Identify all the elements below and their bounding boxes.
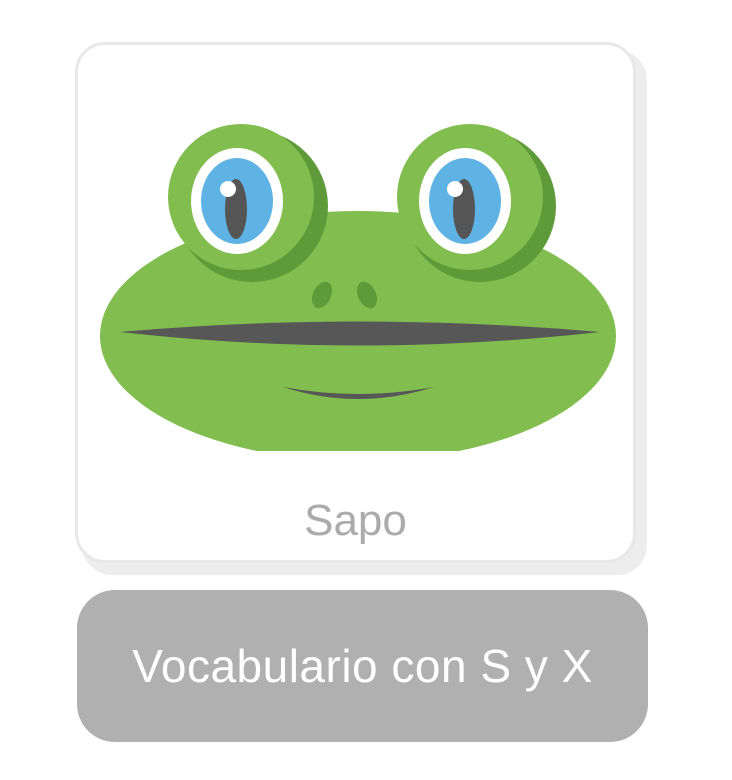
vocabulary-card[interactable]: Sapo <box>75 42 636 563</box>
title-banner[interactable]: Vocabulario con S y X <box>77 590 648 742</box>
frog-face-icon <box>100 124 616 451</box>
card-label: Sapo <box>304 496 407 545</box>
banner-title: Vocabulario con S y X <box>132 640 593 692</box>
